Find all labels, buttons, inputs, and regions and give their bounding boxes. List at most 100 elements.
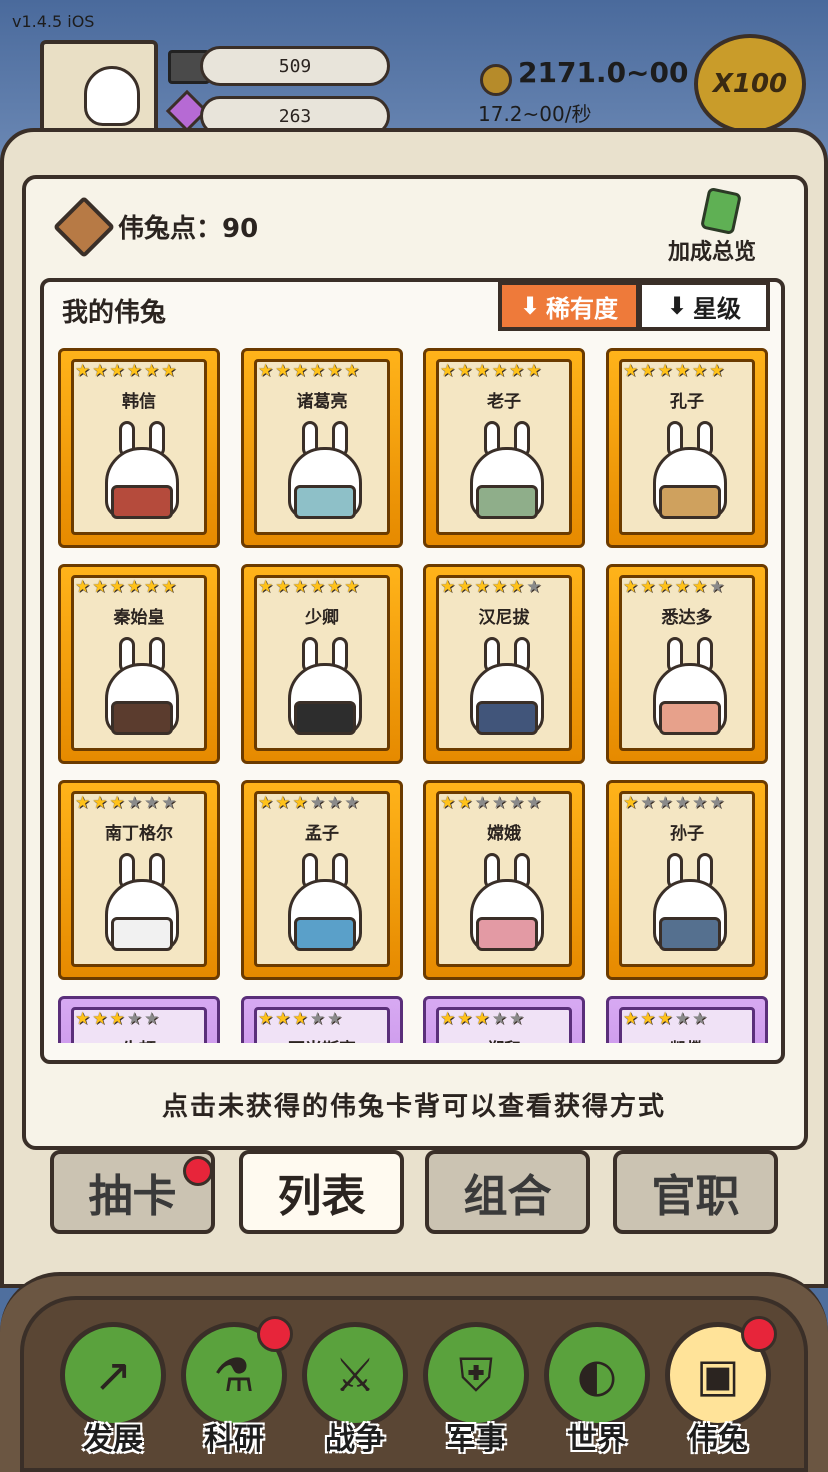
star-icon: ★	[126, 793, 142, 813]
nav-war-circle: ⚔	[302, 1322, 408, 1428]
star-icon: ★	[491, 577, 507, 597]
star-icon: ★	[275, 793, 291, 813]
tab-draw-card-label: 抽卡	[88, 1171, 177, 1222]
stone-resource-counter: 509	[200, 46, 390, 86]
bunny-card[interactable]: ★★★★★凯撒	[606, 996, 768, 1043]
sort-by-rarity-button[interactable]: ⬇ 稀有度	[498, 281, 640, 331]
tab-list-label: 列表	[277, 1171, 366, 1222]
arrow-down-icon: ⬇	[519, 292, 541, 320]
bunny-card[interactable]: ★ ★ ★ ★ ★ ★ 孟子	[241, 780, 403, 980]
multiplier-button[interactable]: X100	[694, 34, 806, 134]
bunny-card[interactable]: ★★★★★牛顿	[58, 996, 220, 1043]
nav-war[interactable]: ⚔ 战争	[302, 1322, 408, 1462]
bunny-character-illustration	[101, 853, 183, 953]
star-icon: ★	[344, 793, 360, 813]
armor-icon: ⛨	[458, 1348, 494, 1402]
star-icon: ★	[526, 793, 542, 813]
star-rating: ★ ★ ★ ★ ★	[258, 1011, 342, 1028]
bunny-card-name: 孙子	[670, 824, 704, 844]
star-icon: ★	[309, 361, 325, 381]
player-avatar[interactable]	[40, 40, 158, 140]
bunny-card-name: 孔子	[670, 392, 704, 412]
bunny-card-name: 老子	[487, 392, 521, 412]
bunny-card[interactable]: ★ ★ ★ ★ ★ ★ 秦始皇	[58, 564, 220, 764]
nav-bunny[interactable]: ▣ 伟兔	[665, 1316, 777, 1462]
star-icon: ★	[327, 361, 343, 381]
hint-text: 点击未获得的伟兔卡背可以查看获得方式	[161, 1092, 666, 1122]
star-icon: ★	[692, 1009, 708, 1029]
document-icon	[700, 186, 742, 236]
star-icon: ★	[440, 793, 456, 813]
bunny-character-illustration	[466, 853, 548, 953]
bunny-card-name: 韩信	[122, 392, 156, 412]
star-icon: ★	[309, 577, 325, 597]
coin-icon	[480, 64, 512, 96]
bunny-character-illustration	[466, 637, 548, 737]
star-icon: ★	[440, 577, 456, 597]
bonus-overview-label: 加成总览	[668, 240, 757, 265]
star-icon: ★	[474, 793, 490, 813]
bunny-card[interactable]: ★ ★ ★ ★ ★ ★ 南丁格尔	[58, 780, 220, 980]
star-icon: ★	[457, 793, 473, 813]
sort-star-label: 星级	[693, 294, 742, 323]
star-icon: ★	[327, 793, 343, 813]
star-icon: ★	[344, 577, 360, 597]
nav-research[interactable]: ⚗ 科研	[181, 1316, 293, 1462]
star-icon: ★	[275, 1009, 291, 1029]
bonus-overview-button[interactable]: 加成总览	[668, 186, 778, 265]
star-icon: ★	[491, 361, 507, 381]
star-icon: ★	[657, 577, 673, 597]
star-icon: ★	[109, 1009, 125, 1029]
bunny-card[interactable]: ★ ★ ★ ★ ★ ★ 孔子	[606, 348, 768, 548]
bunny-card[interactable]: ★ ★ ★ ★ ★ ★ 老子	[423, 348, 585, 548]
bunny-card-name: 少卿	[305, 608, 339, 628]
bunny-card[interactable]: ★★★★★亚当斯密	[241, 996, 403, 1043]
tab-combo[interactable]: 组合	[425, 1150, 590, 1234]
star-icon: ★	[109, 361, 125, 381]
star-rating: ★ ★ ★ ★ ★ ★	[440, 795, 542, 812]
bunny-card-name: 诸葛亮	[296, 392, 348, 412]
tab-office-label: 官职	[651, 1171, 740, 1222]
star-icon: ★	[275, 577, 291, 597]
sort-by-star-button[interactable]: ⬇ 星级	[638, 281, 770, 331]
bunny-card[interactable]: ★ ★ ★ ★ ★ ★ 孙子	[606, 780, 768, 980]
bunny-card[interactable]: ★ ★ ★ ★ ★ ★ 悉达多	[606, 564, 768, 764]
bunny-card-name: 秦始皇	[113, 608, 165, 628]
nav-develop[interactable]: ↗ 发展	[60, 1322, 166, 1462]
star-icon: ★	[144, 577, 160, 597]
bunny-card-name: 牛顿	[61, 1035, 217, 1043]
bunny-card-name: 孟子	[305, 824, 339, 844]
star-icon: ★	[509, 577, 525, 597]
tab-list[interactable]: 列表	[239, 1150, 404, 1234]
star-icon: ★	[75, 1009, 91, 1029]
nav-world[interactable]: ◐ 世界	[544, 1322, 650, 1462]
star-icon: ★	[440, 1009, 456, 1029]
star-icon: ★	[674, 1009, 690, 1029]
bunny-avatar-icon	[84, 66, 140, 126]
star-rating: ★ ★ ★ ★ ★ ★	[440, 363, 542, 380]
star-rating: ★ ★ ★ ★ ★ ★	[258, 579, 360, 596]
star-icon: ★	[657, 361, 673, 381]
gem-resource-value: 263	[278, 105, 312, 127]
star-icon: ★	[92, 577, 108, 597]
star-rating: ★ ★ ★ ★ ★ ★	[75, 363, 177, 380]
bunny-portrait-icon: ▣	[696, 1348, 740, 1402]
star-rating: ★ ★ ★ ★ ★ ★	[623, 795, 725, 812]
nav-world-circle: ◐	[544, 1322, 650, 1428]
star-icon: ★	[623, 793, 639, 813]
bunny-card[interactable]: ★ ★ ★ ★ ★ ★ 少卿	[241, 564, 403, 764]
bunny-character-illustration	[649, 421, 731, 521]
bunny-card[interactable]: ★★★★★郑和	[423, 996, 585, 1043]
tab-draw-card[interactable]: 抽卡	[50, 1150, 215, 1234]
bunny-card[interactable]: ★ ★ ★ ★ ★ ★ 嫦娥	[423, 780, 585, 980]
nav-military-label: 军事	[446, 1422, 506, 1457]
bunny-card[interactable]: ★ ★ ★ ★ ★ ★ 诸葛亮	[241, 348, 403, 548]
nav-military[interactable]: ⛨ 军事	[423, 1322, 529, 1462]
bunny-card-grid[interactable]: ★ ★ ★ ★ ★ ★ 韩信 ★ ★ ★ ★ ★ ★ 诸葛亮 ★ ★ ★ ★ ★ ★ 老子 ★ ★ ★ ★ ★ ★ 孔子 ★ ★ ★ ★ ★ ★ 秦…	[58, 348, 768, 1043]
star-icon: ★	[509, 793, 525, 813]
bunny-card[interactable]: ★ ★ ★ ★ ★ ★ 汉尼拔	[423, 564, 585, 764]
tab-office[interactable]: 官职	[613, 1150, 778, 1234]
bunny-card[interactable]: ★ ★ ★ ★ ★ ★ 韩信	[58, 348, 220, 548]
star-icon: ★	[526, 361, 542, 381]
star-icon: ★	[275, 361, 291, 381]
